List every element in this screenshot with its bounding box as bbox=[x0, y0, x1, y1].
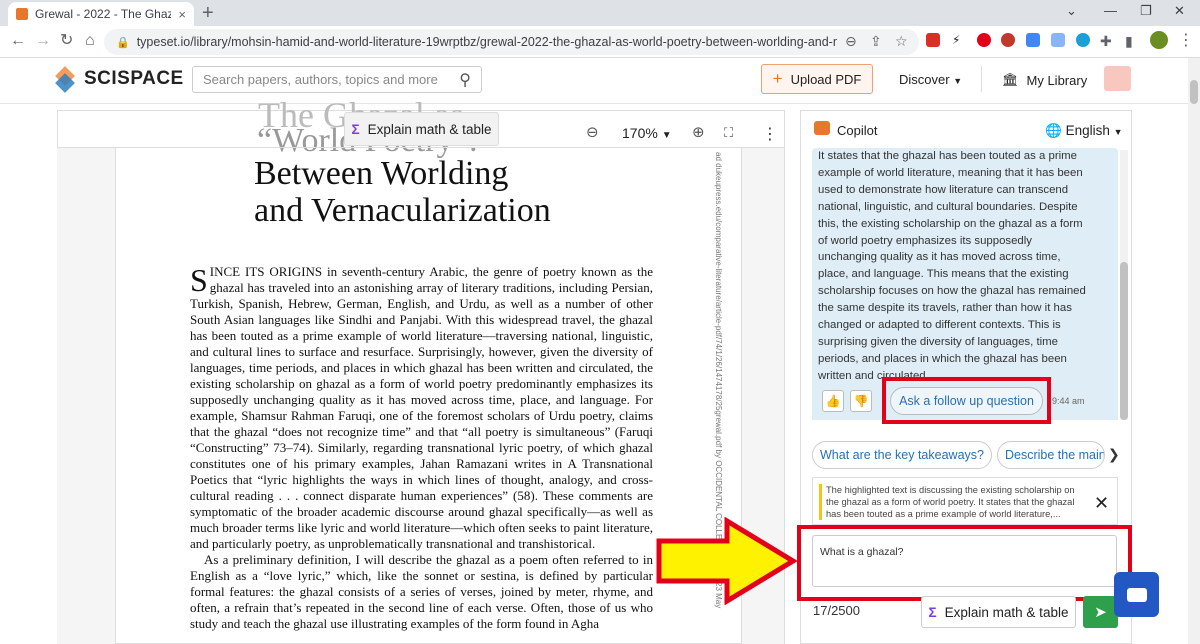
quote-bar bbox=[819, 484, 822, 520]
extension-bolt-icon[interactable]: ⚡ bbox=[952, 33, 966, 47]
bookmark-star-icon[interactable]: ☆ bbox=[895, 32, 908, 50]
page-scrollbar[interactable] bbox=[1188, 58, 1200, 644]
extension-docs-icon[interactable] bbox=[1026, 33, 1040, 47]
document-title-line-2: and Vernacularization bbox=[254, 192, 551, 229]
explain-math-button-chat[interactable]: Σ Explain math & table bbox=[921, 596, 1076, 628]
tab-title: Grewal - 2022 - The Ghazal as "W bbox=[35, 7, 172, 21]
sigma-icon: Σ bbox=[351, 121, 360, 137]
thumbs-down-icon[interactable]: 👎 bbox=[850, 390, 872, 412]
send-button[interactable]: ➤ bbox=[1083, 596, 1118, 628]
zoom-level-select[interactable]: 170% ▼ bbox=[622, 125, 672, 141]
chat-bubble-icon bbox=[1126, 587, 1147, 602]
restore-icon[interactable]: ❐ bbox=[1140, 3, 1152, 19]
favicon-icon bbox=[16, 8, 28, 20]
quoted-text: The highlighted text is discussing the e… bbox=[826, 485, 1075, 519]
extension-adblock-icon[interactable] bbox=[1001, 33, 1015, 47]
page-edge bbox=[115, 148, 116, 644]
language-value: English bbox=[1065, 123, 1110, 138]
extensions-puzzle-icon[interactable]: ✚ bbox=[1100, 32, 1112, 50]
globe-icon: 🌐 bbox=[1045, 123, 1062, 138]
my-library-label: My Library bbox=[1026, 72, 1088, 88]
extension-red-icon[interactable] bbox=[926, 33, 940, 47]
viewer-margin-left bbox=[57, 148, 115, 644]
browser-menu-icon[interactable]: ⋮ bbox=[1178, 32, 1194, 50]
profile-avatar[interactable] bbox=[1150, 31, 1168, 49]
explain-math-label: Explain math & table bbox=[367, 121, 492, 137]
share-icon[interactable]: ⇪ bbox=[870, 32, 882, 50]
annotation-arrow-icon bbox=[656, 517, 797, 605]
suggestion-chip[interactable]: Describe the main bbox=[997, 441, 1105, 469]
tab-close-icon[interactable]: × bbox=[178, 7, 186, 22]
highlight-box-follow-up bbox=[882, 377, 1051, 424]
send-icon: ➤ bbox=[1094, 604, 1107, 621]
scispace-logo[interactable]: SCISPACE bbox=[55, 66, 184, 93]
plus-icon: + bbox=[772, 69, 783, 88]
logo-text: SCISPACE bbox=[84, 68, 184, 89]
forward-icon[interactable]: → bbox=[35, 32, 51, 50]
language-select[interactable]: 🌐 English ▼ bbox=[1045, 123, 1123, 139]
discover-menu[interactable]: Discover ▼ bbox=[899, 72, 962, 87]
caret-down-icon: ▼ bbox=[661, 130, 672, 141]
document-title-line: Between Worlding bbox=[254, 155, 509, 192]
new-tab-button[interactable]: + bbox=[202, 2, 214, 24]
side-panel-icon[interactable]: ▮ bbox=[1125, 32, 1133, 50]
explain-math-button[interactable]: Σ Explain math & table bbox=[344, 112, 499, 146]
chat-support-button[interactable] bbox=[1114, 572, 1159, 617]
search-icon[interactable]: ⚲ bbox=[459, 70, 471, 90]
message-timestamp: 9:44 am bbox=[1052, 396, 1085, 406]
character-counter: 17/2500 bbox=[813, 603, 860, 618]
library-icon: 🏛 bbox=[1002, 72, 1019, 87]
extension-c-icon[interactable] bbox=[1076, 33, 1090, 47]
copilot-title: Copilot bbox=[837, 123, 878, 138]
fullscreen-icon[interactable]: ⛶ bbox=[724, 125, 733, 141]
sigma-icon: Σ bbox=[928, 604, 937, 620]
upload-pdf-button[interactable]: + Upload PDF bbox=[761, 64, 873, 94]
copilot-answer-text: It states that the ghazal has been toute… bbox=[818, 150, 1086, 382]
paragraph: S INCE ITS ORIGINS in seventh-century Ara… bbox=[190, 264, 653, 552]
discover-label: Discover bbox=[899, 72, 950, 87]
extension-opera-icon[interactable] bbox=[977, 33, 991, 47]
highlight-box-input bbox=[797, 525, 1132, 601]
suggestion-chip[interactable]: What are the key takeaways? bbox=[812, 441, 992, 469]
minimize-icon[interactable]: — bbox=[1104, 3, 1117, 18]
header-divider bbox=[981, 66, 982, 92]
extension-image-icon[interactable] bbox=[1051, 33, 1065, 47]
logo-icon bbox=[55, 66, 76, 93]
browser-tab[interactable]: Grewal - 2022 - The Ghazal as "W × bbox=[8, 2, 194, 26]
close-icon[interactable]: ✕ bbox=[1094, 493, 1109, 514]
home-icon[interactable]: ⌂ bbox=[85, 32, 95, 50]
zoom-level-value: 170% bbox=[622, 125, 658, 141]
lock-icon: 🔒 bbox=[116, 36, 130, 49]
back-icon[interactable]: ← bbox=[10, 32, 26, 50]
zoom-out-icon[interactable]: ⊖ bbox=[586, 123, 599, 141]
chevron-right-icon[interactable]: ❯ bbox=[1108, 446, 1120, 463]
search-input[interactable]: Search papers, authors, topics and more … bbox=[192, 66, 482, 93]
close-window-icon[interactable]: ✕ bbox=[1174, 3, 1185, 19]
user-avatar[interactable] bbox=[1104, 66, 1131, 91]
zoom-lens-icon[interactable]: ⊖ bbox=[845, 32, 857, 50]
address-bar[interactable]: 🔒 typeset.io/library/mohsin-hamid-and-wo… bbox=[104, 29, 919, 55]
viewer-more-icon[interactable]: ⋮ bbox=[762, 124, 778, 144]
chat-scrollbar[interactable] bbox=[1120, 150, 1128, 420]
explain-math-label: Explain math & table bbox=[944, 604, 1069, 620]
my-library-link[interactable]: 🏛 My Library bbox=[1002, 72, 1087, 88]
document-body: S INCE ITS ORIGINS in seventh-century Ara… bbox=[190, 264, 653, 632]
paragraph-text: INCE ITS ORIGINS in seventh-century Arab… bbox=[190, 264, 653, 551]
upload-pdf-label: Upload PDF bbox=[790, 71, 862, 87]
drop-cap: S bbox=[190, 262, 208, 298]
copilot-icon bbox=[814, 121, 830, 135]
search-placeholder: Search papers, authors, topics and more bbox=[203, 72, 438, 87]
tab-search-icon[interactable]: ⌄ bbox=[1066, 3, 1077, 19]
paragraph: As a preliminary definition, I will desc… bbox=[190, 552, 653, 631]
caret-down-icon: ▼ bbox=[953, 76, 963, 86]
caret-down-icon: ▼ bbox=[1113, 127, 1123, 137]
zoom-in-icon[interactable]: ⊕ bbox=[692, 123, 705, 141]
reload-icon[interactable]: ↻ bbox=[60, 32, 73, 50]
thumbs-up-icon[interactable]: 👍 bbox=[822, 390, 844, 412]
url-text: typeset.io/library/mohsin-hamid-and-worl… bbox=[136, 35, 837, 49]
